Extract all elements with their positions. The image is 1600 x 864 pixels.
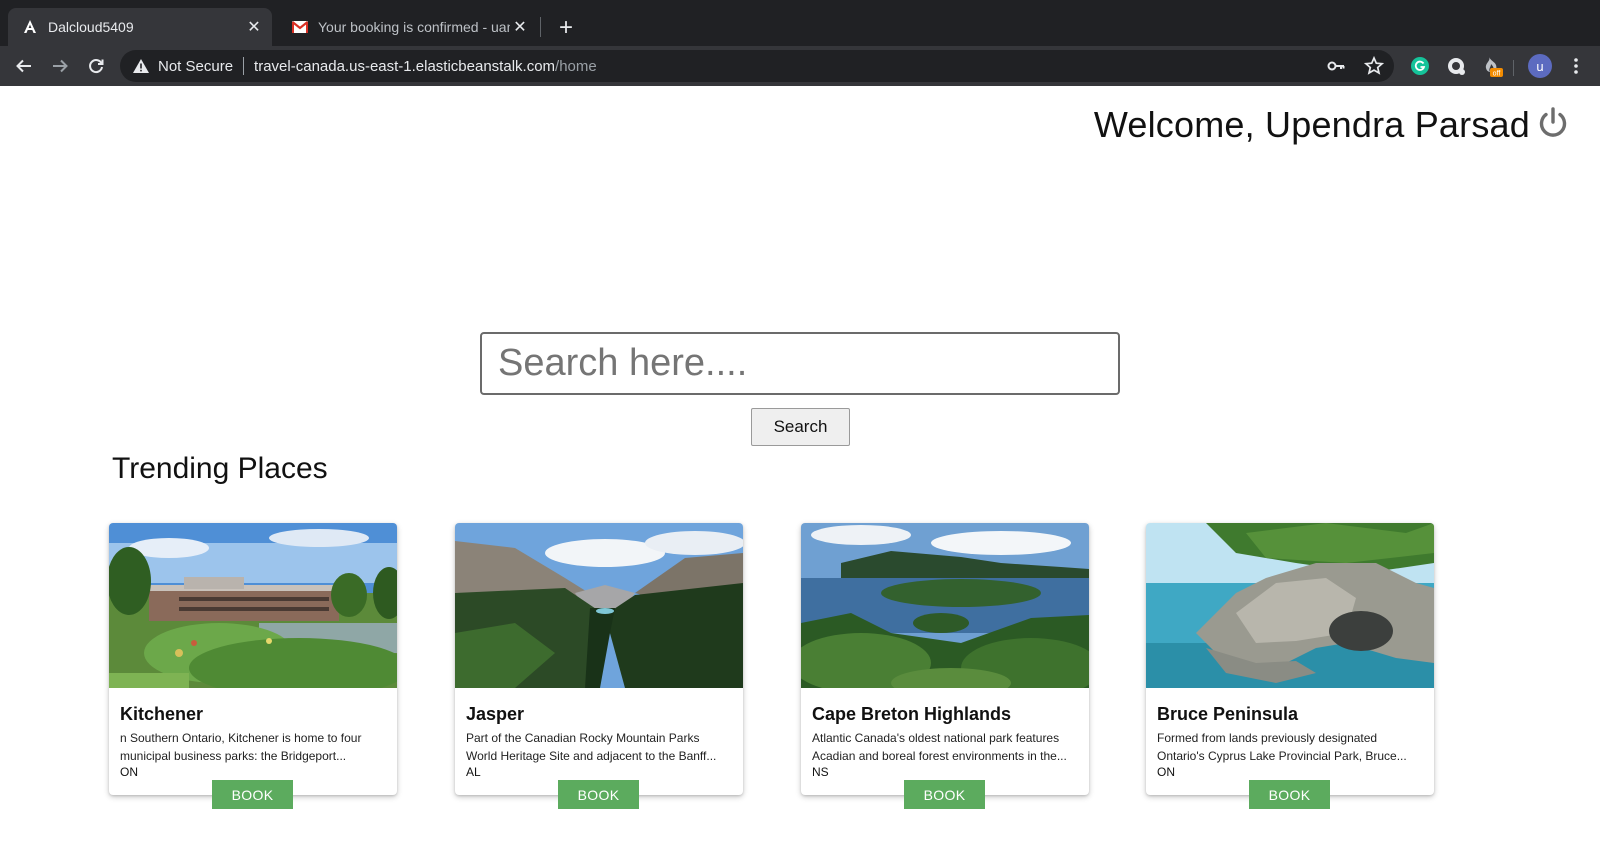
- arrow-left-icon: [16, 59, 31, 73]
- welcome-message: Welcome, Upendra Parsad: [1093, 104, 1530, 145]
- place-description: Part of the Canadian Rocky Mountain Park…: [466, 731, 717, 763]
- address-divider: [243, 57, 245, 75]
- place-province: ON: [1157, 765, 1175, 779]
- warning-icon[interactable]: [132, 57, 150, 75]
- place-name: Bruce Peninsula: [1157, 704, 1299, 724]
- bookmark-star-icon[interactable]: [1363, 55, 1385, 81]
- place-description: n Southern Ontario, Kitchener is home to…: [120, 731, 362, 763]
- place-card-kitchener: Kitchener n Southern Ontario, Kitchener …: [109, 523, 397, 809]
- place-name: Kitchener: [120, 704, 204, 724]
- browser-toolbar: Not Secure travel-canada.us-east-1.elast…: [0, 46, 1600, 86]
- place-name: Cape Breton Highlands: [812, 704, 1012, 724]
- fire-extension-icon[interactable]: off: [1480, 54, 1504, 78]
- place-description: Formed from lands previously designated …: [1157, 731, 1407, 763]
- url-path: /home: [555, 57, 597, 75]
- toolbar-divider: [1513, 60, 1514, 76]
- menu-kebab-icon[interactable]: [1564, 54, 1588, 78]
- place-description: Atlantic Canada's oldest national park f…: [812, 731, 1067, 763]
- book-button[interactable]: BOOK: [904, 780, 985, 809]
- forward-button[interactable]: [46, 52, 74, 80]
- browser-tab-active[interactable]: Dalcloud5409 ✕: [8, 8, 272, 46]
- book-button[interactable]: BOOK: [558, 780, 639, 809]
- logout-button[interactable]: [1536, 106, 1570, 140]
- close-icon[interactable]: ✕: [244, 17, 264, 37]
- key-icon[interactable]: [1326, 56, 1346, 81]
- browser-tab-inactive[interactable]: Your booking is confirmed - uant ✕: [278, 8, 538, 46]
- new-tab-button[interactable]: +: [552, 14, 580, 42]
- search-button[interactable]: Search: [751, 408, 850, 446]
- book-button[interactable]: BOOK: [212, 780, 293, 809]
- jasper-photo: [455, 523, 743, 688]
- browser-tabstrip: Dalcloud5409 ✕ Your booking is confirmed…: [0, 0, 1600, 46]
- address-bar[interactable]: Not Secure travel-canada.us-east-1.elast…: [120, 50, 1394, 82]
- place-card-bruce-peninsula: Bruce Peninsula Formed from lands previo…: [1146, 523, 1434, 809]
- reload-button[interactable]: [82, 52, 110, 80]
- close-icon[interactable]: ✕: [510, 17, 530, 37]
- svg-text:off: off: [1493, 71, 1501, 78]
- cape-breton-photo: [801, 523, 1089, 688]
- kitchener-photo: [109, 523, 397, 688]
- angular-icon: [22, 19, 38, 35]
- tab-divider: [540, 17, 541, 37]
- extension-icon[interactable]: [1444, 54, 1468, 78]
- place-province: AL: [466, 765, 481, 779]
- book-button[interactable]: BOOK: [1249, 780, 1330, 809]
- reload-icon: [89, 59, 104, 74]
- place-province: ON: [120, 765, 138, 779]
- place-name: Jasper: [466, 704, 525, 724]
- bruce-peninsula-photo: [1146, 523, 1434, 688]
- place-province: NS: [812, 765, 829, 779]
- gmail-icon: [292, 19, 308, 35]
- back-button[interactable]: [10, 52, 38, 80]
- place-card-cape-breton-highlands: Cape Breton Highlands Atlantic Canada's …: [801, 523, 1089, 809]
- tab-title: Your booking is confirmed - uant: [318, 19, 510, 35]
- tab-title: Dalcloud5409: [48, 19, 134, 35]
- trending-places-heading: Trending Places: [112, 452, 328, 485]
- security-label[interactable]: Not Secure: [158, 58, 233, 75]
- profile-avatar[interactable]: u: [1528, 54, 1552, 78]
- arrow-right-icon: [53, 59, 68, 73]
- search-input[interactable]: [480, 332, 1120, 395]
- url-host: travel-canada.us-east-1.elasticbeanstalk…: [254, 57, 556, 75]
- place-card-jasper: Jasper Part of the Canadian Rocky Mounta…: [455, 523, 743, 809]
- grammarly-extension-icon[interactable]: [1408, 54, 1432, 78]
- power-icon: [1539, 107, 1567, 137]
